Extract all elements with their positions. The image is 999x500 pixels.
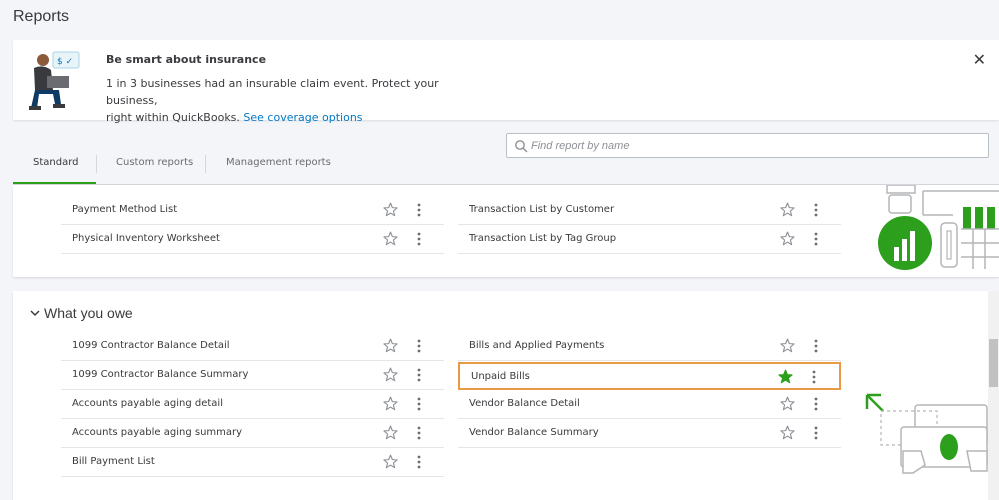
search-input[interactable]	[531, 137, 971, 155]
money-transfer-illustration	[865, 393, 988, 474]
report-row-unpaid-bills[interactable]: Unpaid Bills	[458, 362, 841, 390]
report-row-accounts-payable-aging-detail[interactable]: Accounts payable aging detail	[61, 391, 444, 419]
report-link[interactable]: Physical Inventory Worksheet	[72, 233, 220, 244]
report-search[interactable]	[506, 133, 989, 158]
star-icon[interactable]	[383, 231, 398, 246]
star-icon[interactable]	[780, 338, 795, 353]
report-link[interactable]: Bill Payment List	[72, 456, 155, 467]
tab-standard[interactable]: Standard	[33, 145, 79, 185]
more-options-icon[interactable]	[811, 369, 817, 385]
star-icon[interactable]	[780, 396, 795, 411]
person-at-laptop-illustration: $ ✓	[29, 51, 80, 110]
insurance-banner: $ ✓ Be smart about insurance 1 in 3 busi…	[13, 40, 999, 124]
star-filled-icon[interactable]	[778, 369, 793, 384]
report-row-physical-inventory-worksheet[interactable]: Physical Inventory Worksheet	[61, 226, 444, 254]
report-link[interactable]: Accounts payable aging detail	[72, 398, 223, 409]
report-row-vendor-balance-summary[interactable]: Vendor Balance Summary	[458, 420, 841, 448]
tab-management-reports[interactable]: Management reports	[226, 145, 331, 185]
more-options-icon[interactable]	[813, 425, 819, 441]
more-options-icon[interactable]	[416, 367, 422, 383]
star-icon[interactable]	[780, 202, 795, 217]
section-header-what-you-owe[interactable]: What you owe	[30, 305, 133, 321]
more-options-icon[interactable]	[416, 396, 422, 412]
more-options-icon[interactable]	[416, 454, 422, 470]
tab-divider	[96, 155, 97, 173]
svg-text:$ ✓: $ ✓	[57, 57, 73, 67]
report-link[interactable]: Transaction List by Customer	[469, 204, 614, 215]
banner-headline: Be smart about insurance	[106, 53, 267, 66]
more-options-icon[interactable]	[416, 202, 422, 218]
report-link[interactable]: 1099 Contractor Balance Detail	[72, 340, 230, 351]
report-row-transaction-list-by-tag-group[interactable]: Transaction List by Tag Group	[458, 226, 841, 254]
banner-body: 1 in 3 businesses had an insurable claim…	[106, 75, 486, 126]
star-icon[interactable]	[383, 202, 398, 217]
tab-custom-reports[interactable]: Custom reports	[116, 145, 193, 185]
report-link[interactable]: Vendor Balance Detail	[469, 398, 580, 409]
report-row-vendor-balance-detail[interactable]: Vendor Balance Detail	[458, 391, 841, 419]
see-coverage-options-link[interactable]: See coverage options	[243, 111, 362, 124]
star-icon[interactable]	[383, 367, 398, 382]
scrollbar[interactable]	[988, 291, 999, 500]
more-options-icon[interactable]	[416, 425, 422, 441]
report-row-accounts-payable-aging-summary[interactable]: Accounts payable aging summary	[61, 420, 444, 448]
section-title: What you owe	[44, 305, 133, 321]
star-icon[interactable]	[780, 231, 795, 246]
star-icon[interactable]	[383, 425, 398, 440]
report-link[interactable]: 1099 Contractor Balance Summary	[72, 369, 248, 380]
page-title: Reports	[13, 8, 70, 25]
star-icon[interactable]	[780, 425, 795, 440]
more-options-icon[interactable]	[416, 231, 422, 247]
star-icon[interactable]	[383, 338, 398, 353]
report-link[interactable]: Unpaid Bills	[471, 371, 530, 382]
report-link[interactable]: Payment Method List	[72, 204, 177, 215]
banner-body-line1: 1 in 3 businesses had an insurable claim…	[106, 77, 439, 107]
star-icon[interactable]	[383, 396, 398, 411]
more-options-icon[interactable]	[813, 338, 819, 354]
report-row-1099-contractor-balance-detail[interactable]: 1099 Contractor Balance Detail	[61, 333, 444, 361]
star-icon[interactable]	[383, 454, 398, 469]
close-banner-button[interactable]: ✕	[973, 50, 986, 69]
report-row-transaction-list-by-customer[interactable]: Transaction List by Customer	[458, 197, 841, 225]
report-section-lists: Payment Method List Physical Inventory Wo…	[13, 185, 999, 277]
report-row-payment-method-list[interactable]: Payment Method List	[61, 197, 444, 225]
more-options-icon[interactable]	[813, 202, 819, 218]
more-options-icon[interactable]	[813, 396, 819, 412]
reports-chart-illustration	[878, 185, 999, 270]
report-section-what-you-owe: What you owe 1099 Contractor Balance Det…	[13, 291, 988, 500]
report-link[interactable]: Accounts payable aging summary	[72, 427, 242, 438]
banner-body-line2: right within QuickBooks.	[106, 111, 240, 124]
report-row-1099-contractor-balance-summary[interactable]: 1099 Contractor Balance Summary	[61, 362, 444, 390]
report-link[interactable]: Vendor Balance Summary	[469, 427, 599, 438]
report-row-bills-and-applied-payments[interactable]: Bills and Applied Payments	[458, 333, 841, 361]
tab-divider	[205, 155, 206, 173]
chevron-down-icon	[30, 310, 40, 317]
report-row-bill-payment-list[interactable]: Bill Payment List	[61, 449, 444, 477]
more-options-icon[interactable]	[813, 231, 819, 247]
scrollbar-thumb[interactable]	[989, 339, 998, 387]
report-link[interactable]: Bills and Applied Payments	[469, 340, 604, 351]
more-options-icon[interactable]	[416, 338, 422, 354]
search-icon	[515, 140, 528, 153]
report-link[interactable]: Transaction List by Tag Group	[469, 233, 616, 244]
